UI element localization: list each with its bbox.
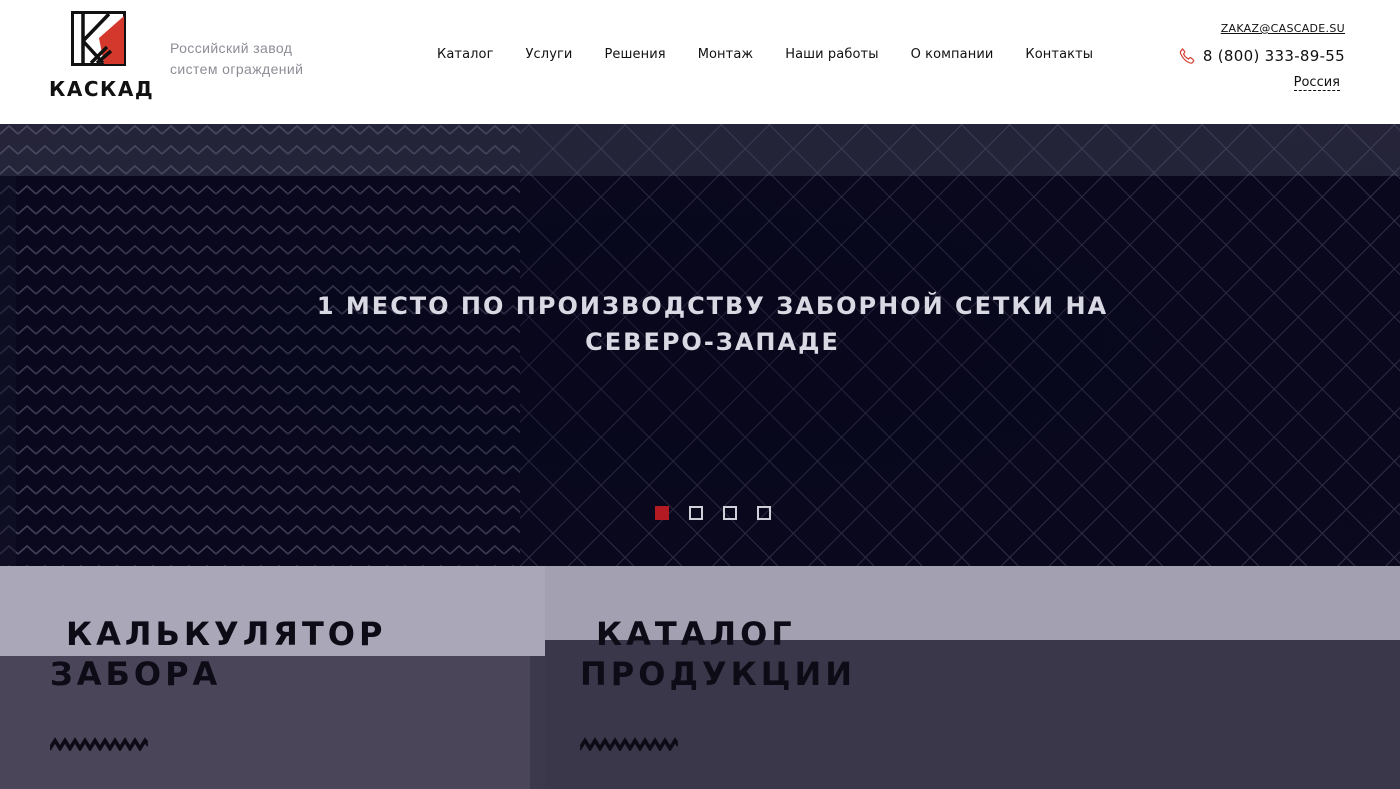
region-selector[interactable]: Россия (1293, 75, 1340, 91)
slider-dot-2[interactable] (689, 506, 703, 520)
slider-dot-3[interactable] (723, 506, 737, 520)
phone-number: 8 (800) 333-89-55 (1202, 47, 1345, 65)
phone-block[interactable]: 8 (800) 333-89-55 (1177, 46, 1345, 66)
card-shade-edge (530, 656, 545, 789)
nav-item-catalog[interactable]: Каталог (437, 47, 494, 62)
catalog-title-line-1: Каталог (596, 615, 796, 653)
nav-item-services[interactable]: Услуги (526, 47, 573, 62)
calculator-title-line-1: Калькулятор (66, 615, 387, 653)
catalog-card-title: Каталог продукции (580, 614, 856, 694)
nav-item-contacts[interactable]: Контакты (1025, 47, 1093, 62)
feature-cards: Калькулятор забора Каталог продукции (0, 566, 1400, 789)
calculator-title-line-2: забора (50, 655, 222, 693)
zigzag-icon (50, 737, 148, 751)
nav-item-solutions[interactable]: Решения (604, 47, 665, 62)
logo-text: КАСКАД (49, 77, 155, 101)
site-header: КАСКАД Российский завод систем ограждени… (0, 0, 1400, 124)
logo-icon (71, 11, 126, 66)
hero-title: 1 место по производству заборной сетки н… (316, 292, 1109, 356)
calculator-card-title: Калькулятор забора (50, 614, 386, 694)
nav-item-installation[interactable]: Монтаж (698, 47, 754, 62)
catalog-title-line-2: продукции (580, 655, 857, 693)
hero-slider: 1 место по производству заборной сетки н… (0, 124, 1400, 566)
slider-dot-1[interactable] (655, 506, 669, 520)
catalog-card[interactable]: Каталог продукции (545, 566, 1400, 789)
main-nav: Каталог Услуги Решения Монтаж Наши работ… (437, 47, 1093, 62)
tagline-line-1: Российский завод (170, 40, 293, 56)
slider-pagination (655, 506, 771, 520)
calculator-card[interactable]: Калькулятор забора (0, 566, 545, 789)
logo[interactable]: КАСКАД (49, 11, 153, 103)
slider-dot-4[interactable] (757, 506, 771, 520)
hero-edge-strip (0, 176, 16, 566)
email-link[interactable]: ZAKAZ@CASCADE.SU (1221, 22, 1345, 35)
phone-icon (1179, 47, 1195, 64)
tagline: Российский завод систем ограждений (170, 38, 350, 80)
nav-item-about[interactable]: О компании (911, 47, 994, 62)
nav-item-our-works[interactable]: Наши работы (785, 47, 878, 62)
tagline-line-2: систем ограждений (170, 61, 304, 77)
zigzag-icon (580, 737, 678, 751)
